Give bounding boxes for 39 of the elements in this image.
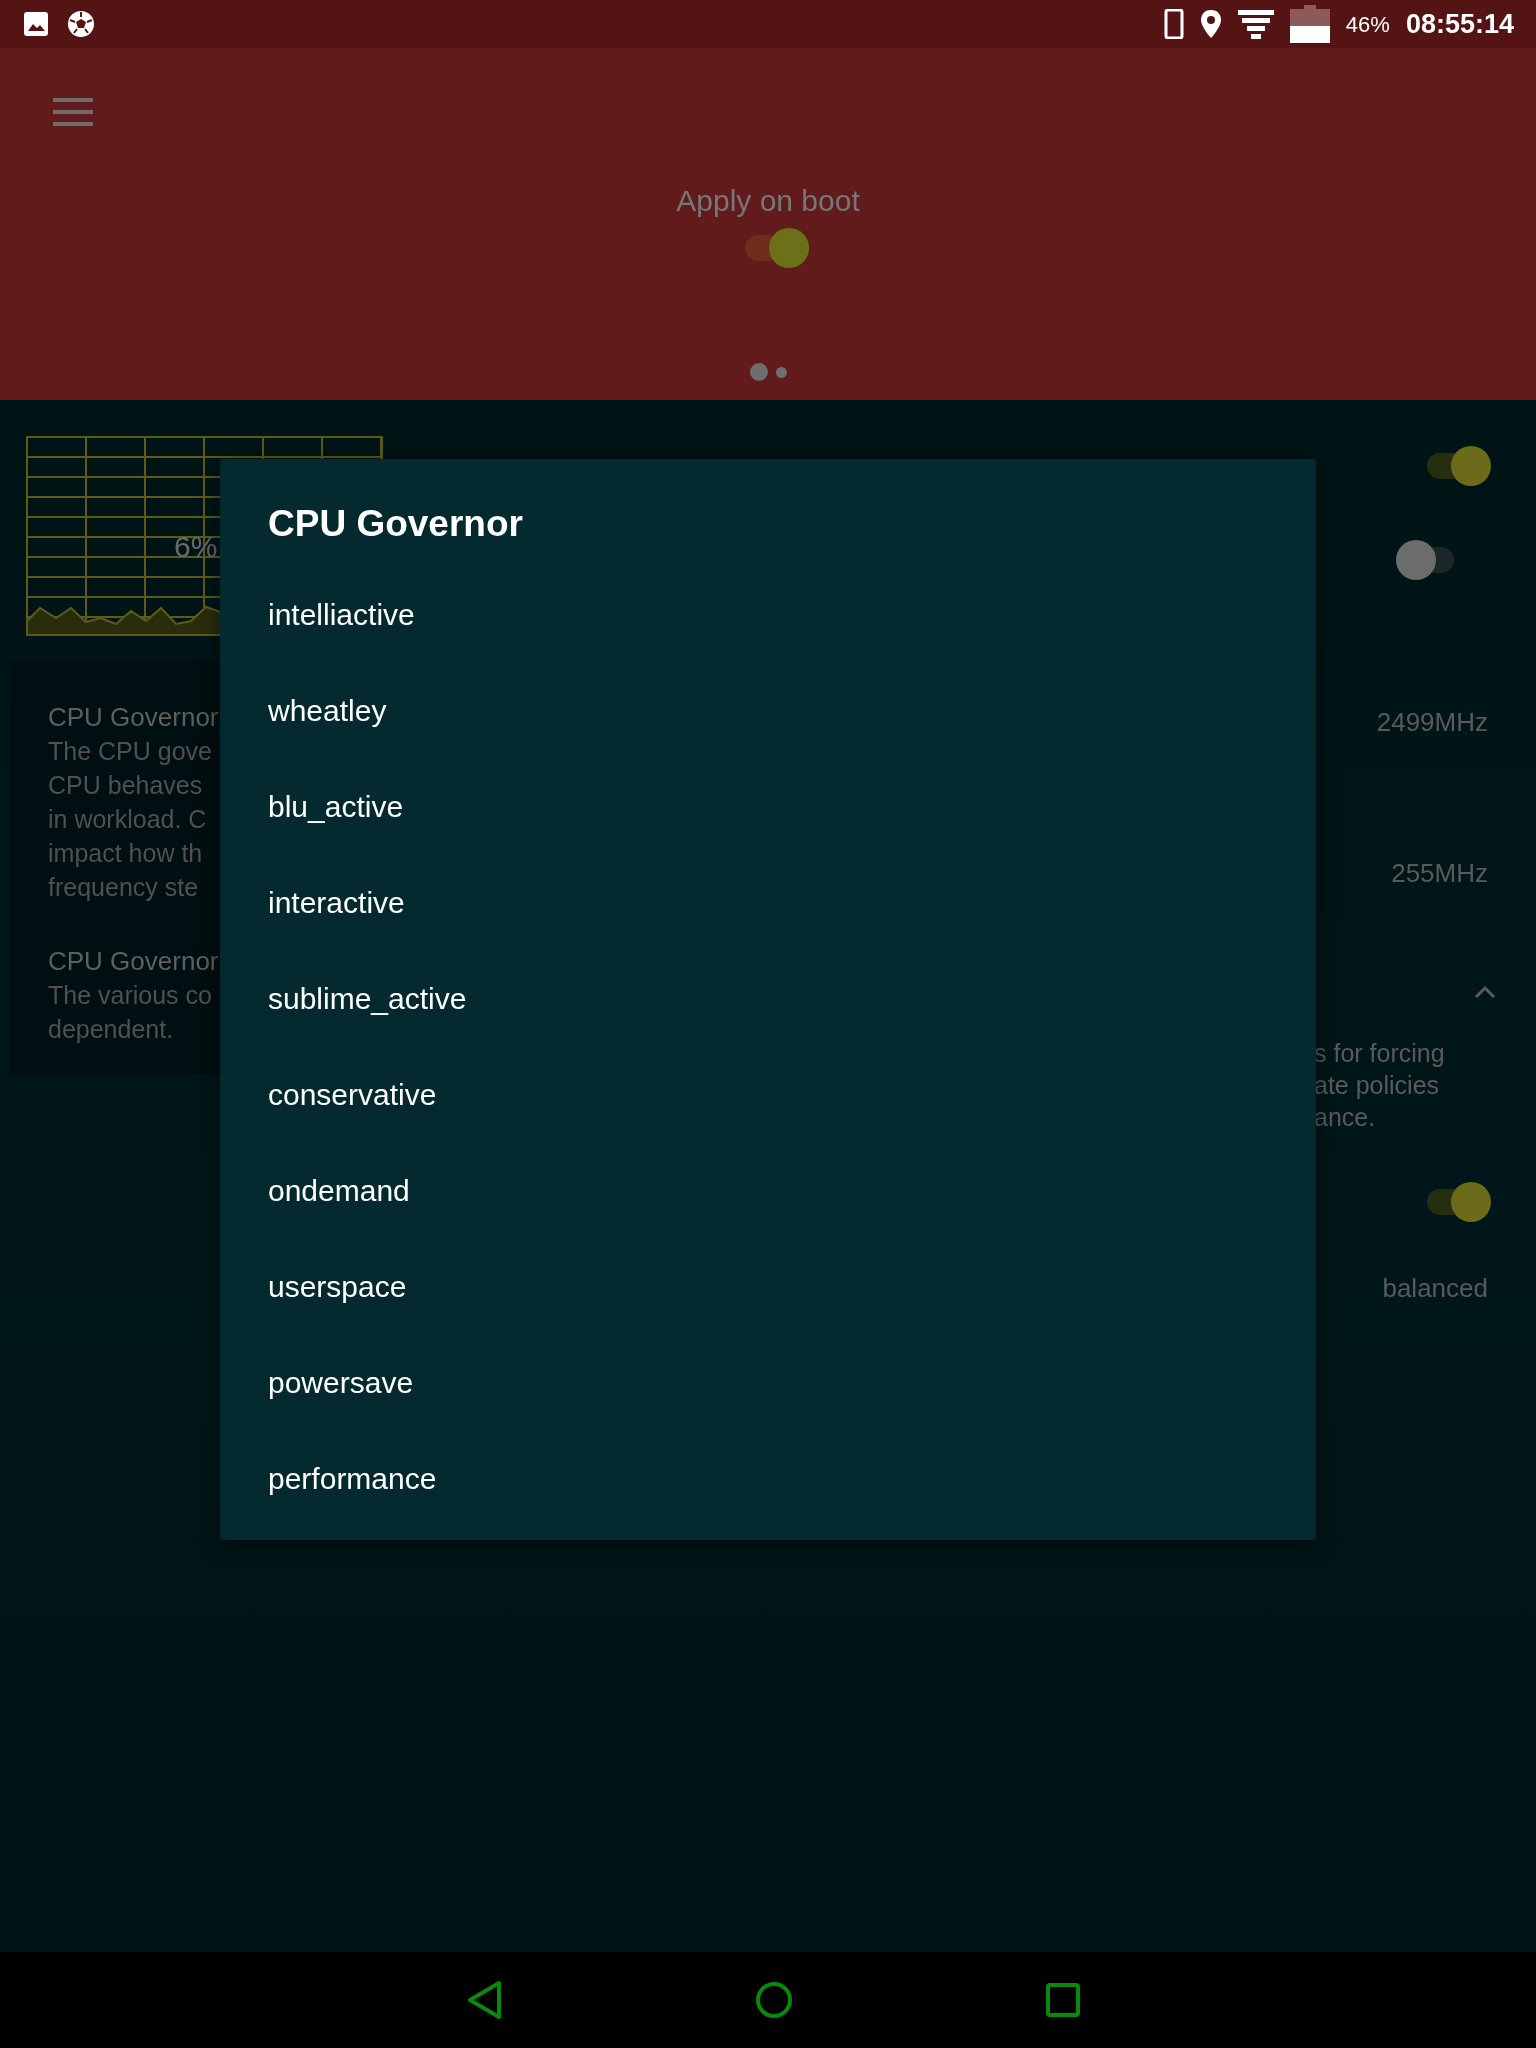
- governor-option[interactable]: powersave: [268, 1363, 1268, 1403]
- recent-apps-icon[interactable]: [1045, 1983, 1080, 2017]
- dialog-title: CPU Governor: [268, 502, 524, 546]
- home-icon[interactable]: [755, 1981, 793, 2019]
- governor-option[interactable]: wheatley: [268, 691, 1268, 731]
- setting-title: CPU Governor: [48, 945, 219, 978]
- governor-option[interactable]: performance: [268, 1459, 1268, 1499]
- battery-percent: 46%: [1345, 10, 1390, 39]
- governor-option[interactable]: userspace: [268, 1267, 1268, 1307]
- description-line: frequency ste: [48, 872, 199, 903]
- description-line: The CPU gove: [48, 736, 212, 767]
- setting-title: CPU Governor: [48, 701, 219, 734]
- battery-icon: [1289, 5, 1330, 43]
- description-line: dependent.: [48, 1014, 174, 1045]
- description-line: impact how th: [48, 838, 203, 869]
- description-line: The various co: [48, 980, 212, 1011]
- description-line: in workload. C: [48, 804, 207, 835]
- profile-value: balanced: [1381, 1272, 1489, 1305]
- image-icon: [22, 10, 50, 38]
- back-icon[interactable]: [466, 1980, 503, 2020]
- min-frequency-value: 255MHz: [1390, 857, 1489, 890]
- menu-icon[interactable]: [53, 98, 93, 126]
- clock-time: 08:55:14: [1405, 7, 1514, 41]
- governor-option[interactable]: sublime_active: [268, 979, 1268, 1019]
- location-pin-icon: [1199, 9, 1222, 39]
- governor-option[interactable]: ondemand: [268, 1171, 1268, 1211]
- signal-bars-icon: [1237, 9, 1274, 39]
- max-frequency-value: 2499MHz: [1375, 706, 1489, 739]
- governor-option[interactable]: intelliactive: [268, 595, 1268, 635]
- governor-option[interactable]: interactive: [268, 883, 1268, 923]
- governor-option[interactable]: blu_active: [268, 787, 1268, 827]
- description-line: ate policies: [1314, 1070, 1440, 1101]
- governor-option[interactable]: conservative: [268, 1075, 1268, 1115]
- description-line: CPU behaves: [48, 770, 203, 801]
- chevron-up-icon[interactable]: [1474, 985, 1496, 999]
- phone-icon: [1163, 9, 1184, 39]
- description-line: ance.: [1314, 1102, 1376, 1133]
- apply-on-boot-label: Apply on boot: [676, 183, 860, 219]
- soccer-ball-icon: [66, 9, 96, 39]
